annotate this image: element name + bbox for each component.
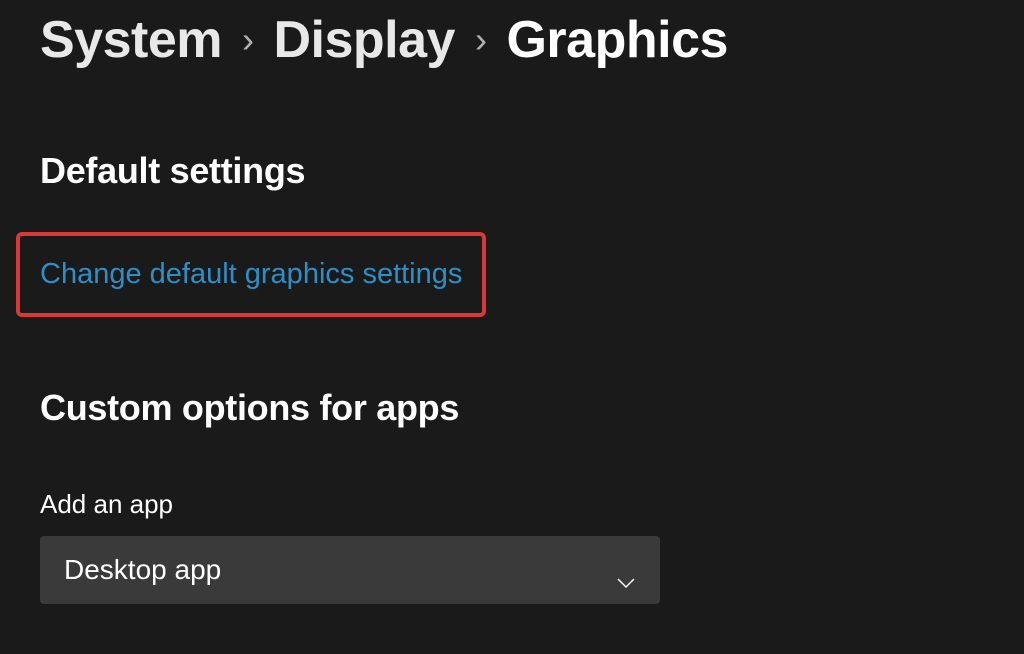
custom-options-heading: Custom options for apps (40, 387, 984, 429)
breadcrumb-display[interactable]: Display (274, 10, 455, 70)
chevron-right-icon: › (242, 19, 254, 61)
breadcrumb-graphics: Graphics (506, 10, 727, 70)
highlighted-link-box: Change default graphics settings (16, 232, 486, 317)
add-app-label: Add an app (40, 489, 984, 520)
breadcrumb-system[interactable]: System (40, 10, 222, 70)
app-type-dropdown[interactable]: Desktop app (40, 536, 660, 604)
dropdown-selected-value: Desktop app (64, 554, 221, 586)
default-settings-heading: Default settings (40, 150, 984, 192)
chevron-right-icon: › (475, 19, 487, 61)
breadcrumb: System › Display › Graphics (40, 10, 984, 70)
chevron-down-icon (616, 564, 636, 576)
change-default-graphics-link[interactable]: Change default graphics settings (40, 258, 462, 290)
